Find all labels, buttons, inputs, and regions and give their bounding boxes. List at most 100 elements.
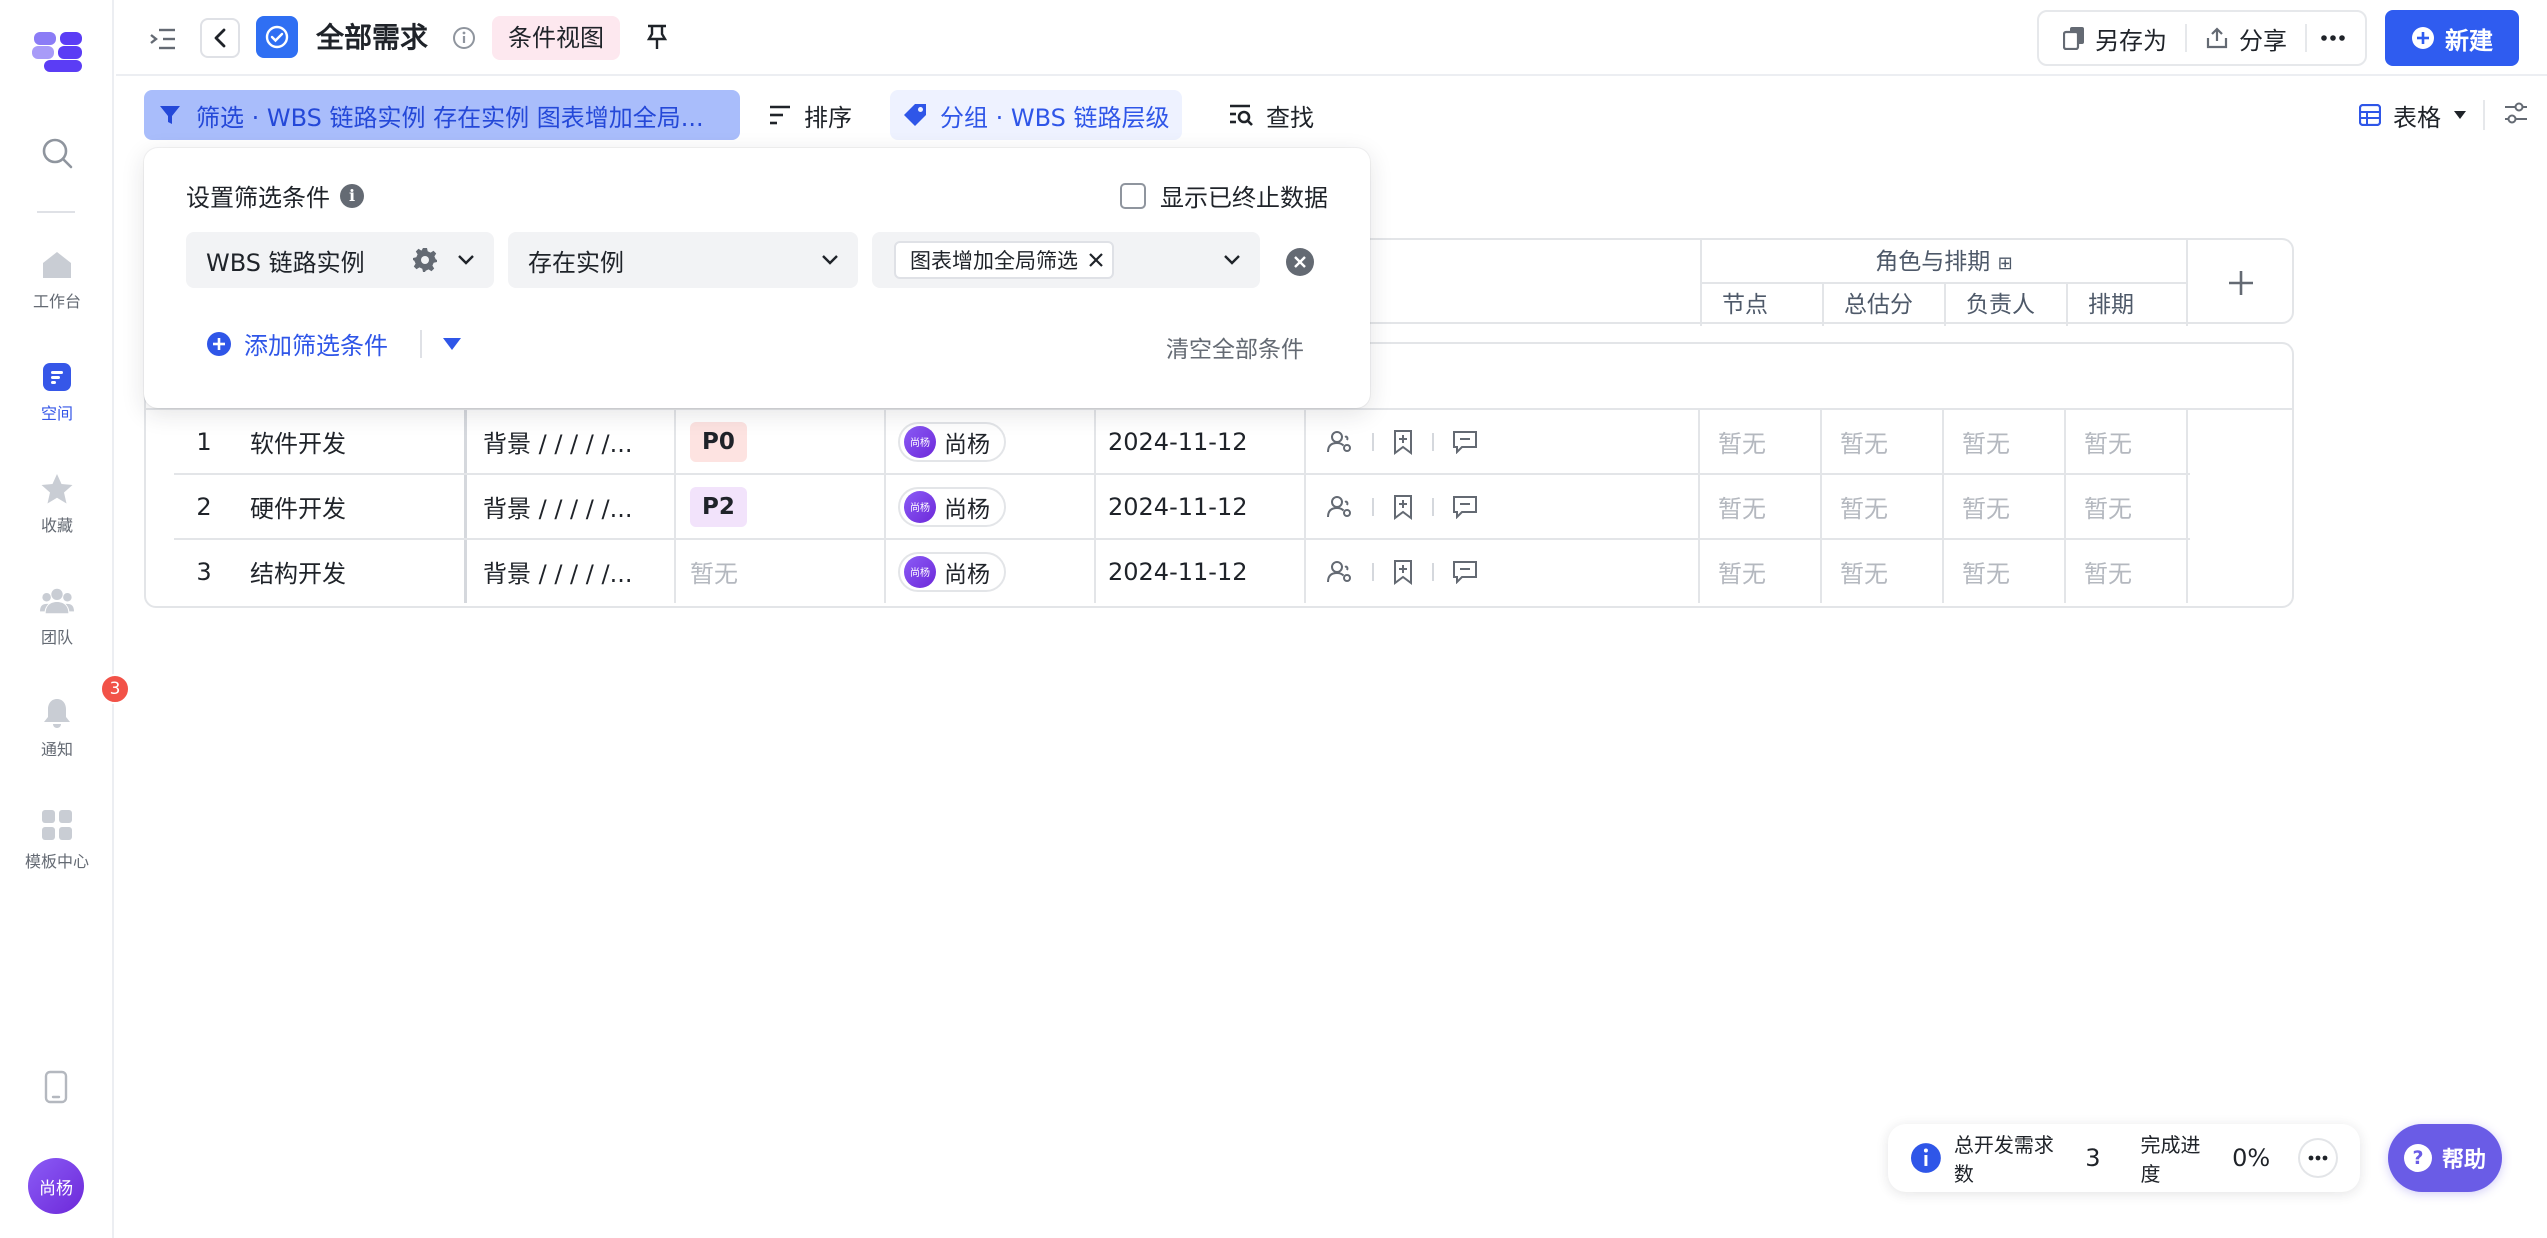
help-button[interactable]: ? 帮助 [2388, 1124, 2502, 1192]
back-button[interactable] [200, 18, 240, 58]
nav-label: 收藏 [40, 516, 73, 535]
find-button[interactable]: 查找 [1216, 90, 1326, 140]
view-type-select[interactable]: 表格 [2359, 90, 2467, 140]
info-icon[interactable]: i [340, 183, 364, 208]
assignee-cell[interactable]: 暂无 [1942, 540, 2064, 603]
background-cell[interactable]: 背景 / / / / /... [464, 410, 674, 473]
estimate-cell[interactable]: 暂无 [1820, 475, 1942, 538]
column-header-schedule[interactable]: 排期 [2068, 284, 2190, 326]
add-bookmark-icon[interactable] [1392, 429, 1414, 455]
nav-templates[interactable]: 模板中心 [0, 808, 114, 872]
user-avatar[interactable]: 尚杨 [28, 1158, 84, 1214]
left-rail: 工作台 空间 收藏 团队 3 通知 模板中心 尚杨 [0, 0, 130, 1238]
more-button[interactable] [2307, 16, 2359, 60]
column-header-node[interactable]: 节点 [1702, 284, 1824, 326]
share-button[interactable]: 分享 [2187, 16, 2305, 60]
schedule-cell[interactable]: 暂无 [2064, 475, 2188, 538]
nav-workbench[interactable]: 工作台 [0, 248, 114, 312]
background-cell[interactable]: 背景 / / / / /... [464, 540, 674, 603]
schedule-cell[interactable]: 暂无 [2064, 540, 2188, 603]
remove-condition-icon[interactable] [1286, 248, 1314, 276]
view-settings-icon[interactable] [2503, 100, 2529, 130]
assign-user-icon[interactable] [1326, 495, 1354, 519]
nav-notifications[interactable]: 3 通知 [0, 674, 130, 760]
close-icon[interactable] [1088, 252, 1104, 268]
priority-cell[interactable]: 暂无 [674, 540, 884, 603]
nav-team[interactable]: 团队 [0, 584, 114, 648]
add-bookmark-icon[interactable] [1392, 494, 1414, 520]
progress-label: 完成进度 [2140, 1133, 2201, 1186]
notification-badge: 3 [100, 674, 130, 704]
save-as-button[interactable]: 另存为 [2045, 16, 2185, 60]
assignee-cell[interactable]: 暂无 [1942, 475, 2064, 538]
nav-space[interactable]: 空间 [0, 360, 114, 424]
date-cell[interactable]: 2024-11-12 [1094, 410, 1304, 473]
node-cell[interactable]: 暂无 [1698, 410, 1820, 473]
owner-cell[interactable]: 尚杨 尚杨 [884, 410, 1094, 473]
progress-value: 0% [2232, 1144, 2271, 1172]
estimate-cell[interactable]: 暂无 [1820, 410, 1942, 473]
show-terminated-checkbox[interactable] [1120, 182, 1146, 209]
filter-button[interactable]: 筛选 · WBS 链路实例 存在实例 图表增加全局... [144, 90, 740, 140]
column-header-owner[interactable]: 负责人 [1946, 284, 2068, 326]
search-icon[interactable] [0, 136, 114, 174]
add-column-button[interactable] [2188, 240, 2294, 326]
row-actions [1304, 475, 1698, 538]
owner-cell[interactable]: 尚杨 尚杨 [884, 475, 1094, 538]
background-cell[interactable]: 背景 / / / / /... [464, 475, 674, 538]
node-cell[interactable]: 暂无 [1698, 475, 1820, 538]
sort-button[interactable]: 排序 [756, 90, 864, 140]
date-cell[interactable]: 2024-11-12 [1094, 475, 1304, 538]
filter-field-select[interactable]: WBS 链路实例 [186, 232, 494, 288]
nav-label: 通知 [40, 740, 73, 759]
table-row[interactable]: 1 软件开发 背景 / / / / /... P0 尚杨 尚杨 2024-11-1… [174, 410, 2190, 475]
assignee-cell[interactable]: 暂无 [1942, 410, 2064, 473]
group-title: 角色与排期 ⊞ [1702, 240, 2186, 284]
nav-label: 工作台 [32, 292, 81, 311]
comment-icon[interactable] [1452, 495, 1478, 519]
expand-group-icon[interactable]: ⊞ [1998, 253, 2013, 274]
summary-more-button[interactable] [2298, 1138, 2338, 1178]
priority-cell[interactable]: P0 [674, 410, 884, 473]
assign-user-icon[interactable] [1326, 560, 1354, 584]
mobile-icon[interactable] [44, 1070, 68, 1108]
chevron-left-icon [214, 28, 226, 48]
owner-cell[interactable]: 尚杨 尚杨 [884, 540, 1094, 603]
show-terminated-toggle[interactable]: 显示已终止数据 [1120, 178, 1328, 213]
owner-chip: 尚杨 尚杨 [898, 551, 1006, 592]
requirement-name[interactable]: 硬件开发 [250, 475, 440, 538]
new-button[interactable]: 新建 [2385, 10, 2519, 66]
table-row[interactable]: 2 硬件开发 背景 / / / / /... P2 尚杨 尚杨 2024-11-1… [174, 475, 2190, 540]
pin-icon[interactable] [646, 24, 668, 54]
info-icon[interactable] [452, 26, 476, 54]
caret-down-icon[interactable] [442, 336, 462, 355]
assign-user-icon[interactable] [1326, 430, 1354, 454]
filter-operator-select[interactable]: 存在实例 [508, 232, 858, 288]
date-cell[interactable]: 2024-11-12 [1094, 540, 1304, 603]
gear-icon[interactable] [412, 247, 438, 273]
comment-icon[interactable] [1452, 430, 1478, 454]
filter-value-select[interactable]: 图表增加全局筛选 [872, 232, 1260, 288]
node-cell[interactable]: 暂无 [1698, 540, 1820, 603]
chevron-down-icon [822, 255, 838, 265]
column-header-estimate[interactable]: 总估分 [1824, 284, 1946, 326]
clear-all-conditions-button[interactable]: 清空全部条件 [1166, 330, 1304, 364]
nav-favorites[interactable]: 收藏 [0, 472, 114, 536]
add-filter-condition-button[interactable]: 添加筛选条件 [206, 326, 388, 361]
group-button[interactable]: 分组 · WBS 链路层级 [890, 90, 1182, 140]
comment-icon[interactable] [1452, 560, 1478, 584]
requirement-name[interactable]: 结构开发 [250, 540, 440, 603]
view-name-tag[interactable]: 条件视图 [492, 16, 620, 60]
app-logo[interactable] [30, 30, 84, 74]
priority-cell[interactable]: P2 [674, 475, 884, 538]
separator [1432, 497, 1434, 516]
collapse-sidebar-icon[interactable] [146, 22, 180, 56]
schedule-cell[interactable]: 暂无 [2064, 410, 2188, 473]
owner-chip: 尚杨 尚杨 [898, 486, 1006, 527]
requirement-name[interactable]: 软件开发 [250, 410, 440, 473]
row-actions [1304, 540, 1698, 603]
add-bookmark-icon[interactable] [1392, 559, 1414, 585]
table-row[interactable]: 3 结构开发 背景 / / / / /... 暂无 尚杨 尚杨 2024-11-1… [174, 540, 2190, 605]
estimate-cell[interactable]: 暂无 [1820, 540, 1942, 603]
nav-label: 模板中心 [24, 852, 89, 871]
